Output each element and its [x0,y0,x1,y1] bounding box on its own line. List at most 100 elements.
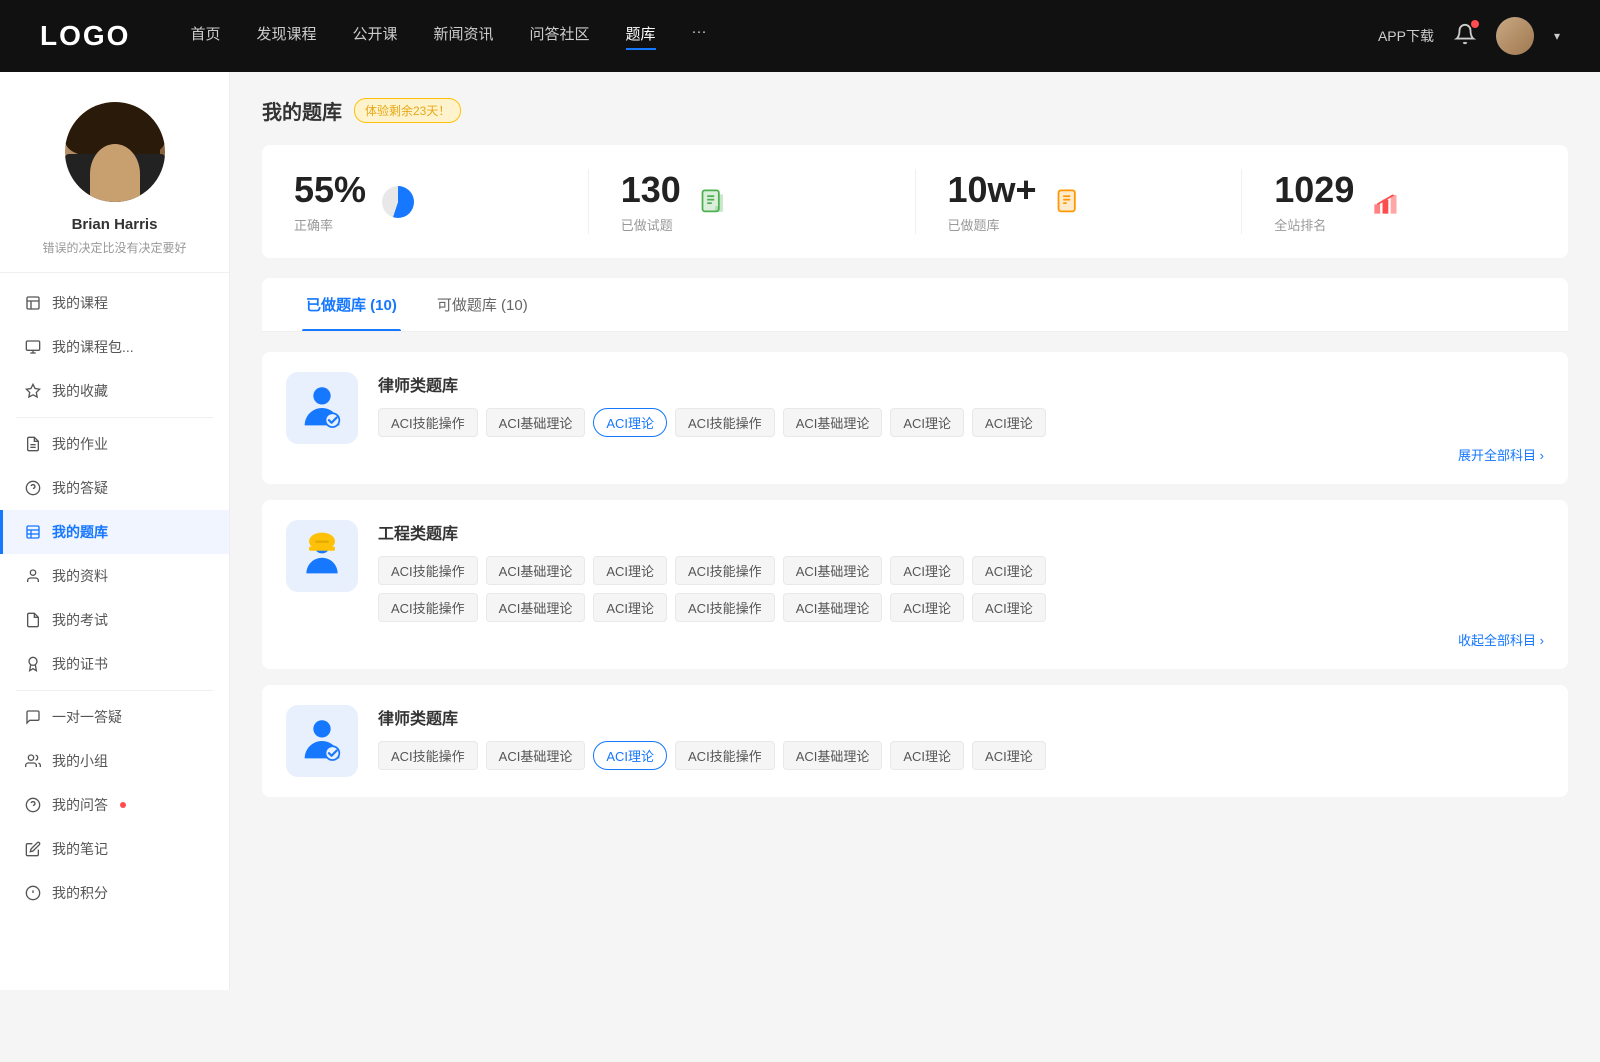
bank-tag[interactable]: ACI基础理论 [783,593,883,622]
stat-number: 55% [294,169,366,211]
bank-tag[interactable]: ACI理论 [890,408,964,437]
bank-tag[interactable]: ACI理论 [890,741,964,770]
top-navigation: LOGO 首页 发现课程 公开课 新闻资讯 问答社区 题库 ··· APP下载 … [0,0,1600,72]
bank-tag[interactable]: ACI基础理论 [486,556,586,585]
bank-icon-lawyer-2 [286,705,358,777]
sidebar-item-profile[interactable]: 我的资料 [0,554,229,598]
sidebar-label: 我的答疑 [52,478,108,498]
bank-tag-highlighted[interactable]: ACI理论 [593,741,667,770]
sidebar-item-favorites[interactable]: 我的收藏 [0,369,229,413]
bank-tag[interactable]: ACI理论 [593,556,667,585]
question-icon [24,479,42,497]
stat-label: 全站排名 [1274,215,1354,234]
notification-dot [1471,20,1479,28]
bank-tag[interactable]: ACI理论 [972,556,1046,585]
nav-qa[interactable]: 问答社区 [530,23,590,50]
group-icon [24,752,42,770]
nav-discover[interactable]: 发现课程 [256,23,316,50]
bank-tag[interactable]: ACI理论 [890,556,964,585]
bank-tags: ACI技能操作 ACI基础理论 ACI理论 ACI技能操作 ACI基础理论 AC… [378,408,1544,437]
bank-card-lawyer-2: 律师类题库 ACI技能操作 ACI基础理论 ACI理论 ACI技能操作 ACI基… [262,685,1568,797]
bank-tag[interactable]: ACI理论 [890,593,964,622]
nav-opencourse[interactable]: 公开课 [352,23,397,50]
sidebar-item-one-on-one[interactable]: 一对一答疑 [0,695,229,739]
bank-tags: ACI技能操作 ACI基础理论 ACI理论 ACI技能操作 ACI基础理论 AC… [378,741,1544,770]
sidebar-item-group[interactable]: 我的小组 [0,739,229,783]
bank-name: 律师类题库 [378,705,1544,729]
bank-tag[interactable]: ACI理论 [972,741,1046,770]
stat-done-banks: 10w+ 已做题库 [948,169,1243,234]
stat-label: 已做题库 [948,215,1037,234]
menu-divider [16,690,213,691]
bank-tag[interactable]: ACI技能操作 [675,556,775,585]
bank-tag[interactable]: ACI技能操作 [378,556,478,585]
bank-tag[interactable]: ACI基础理论 [783,741,883,770]
nav-news[interactable]: 新闻资讯 [434,23,494,50]
sidebar-label: 我的题库 [52,522,108,542]
sidebar-item-notes[interactable]: 我的笔记 [0,827,229,871]
sidebar-label: 我的作业 [52,434,108,454]
qa-icon [24,796,42,814]
bank-tag[interactable]: ACI理论 [593,593,667,622]
sidebar-item-question-bank[interactable]: 我的题库 [0,510,229,554]
user-name: Brian Harris [72,216,158,233]
bank-tag[interactable]: ACI理论 [972,593,1046,622]
sidebar-item-certificate[interactable]: 我的证书 [0,642,229,686]
tab-available[interactable]: 可做题库 (10) [417,278,548,331]
bank-tag[interactable]: ACI技能操作 [675,408,775,437]
stat-number: 10w+ [948,169,1037,211]
homework-icon [24,435,42,453]
bank-tags-row2: ACI技能操作 ACI基础理论 ACI理论 ACI技能操作 ACI基础理论 AC… [378,593,1544,622]
stat-label: 已做试题 [621,215,681,234]
chat-icon [24,708,42,726]
course-icon [24,294,42,312]
nav-more[interactable]: ··· [692,23,707,50]
stat-ranking: 1029 全站排名 [1274,169,1536,234]
user-menu-chevron[interactable]: ▾ [1554,29,1560,43]
sidebar-profile: Brian Harris 错误的决定比没有决定要好 [0,72,229,273]
sidebar-item-exam[interactable]: 我的考试 [0,598,229,642]
bank-tag-highlighted[interactable]: ACI理论 [593,408,667,437]
bank-tag[interactable]: ACI技能操作 [378,593,478,622]
tabs: 已做题库 (10) 可做题库 (10) [262,278,1568,332]
tab-done[interactable]: 已做题库 (10) [286,278,417,331]
sidebar-item-homework[interactable]: 我的作业 [0,422,229,466]
bank-tag[interactable]: ACI技能操作 [675,741,775,770]
app-download-button[interactable]: APP下载 [1378,26,1434,46]
bank-name: 律师类题库 [378,372,1544,396]
nav-home[interactable]: 首页 [190,23,220,50]
bank-tag[interactable]: ACI基础理论 [486,408,586,437]
sidebar-item-my-course[interactable]: 我的课程 [0,281,229,325]
nav-bank[interactable]: 题库 [626,23,656,50]
sidebar-item-course-package[interactable]: 我的课程包... [0,325,229,369]
note-icon [1051,184,1087,220]
bank-tag[interactable]: ACI基础理论 [486,741,586,770]
profile-icon [24,567,42,585]
menu-divider [16,417,213,418]
notes-icon [24,840,42,858]
sidebar-label: 我的笔记 [52,839,108,859]
user-avatar-nav[interactable] [1496,17,1534,55]
sidebar-label: 一对一答疑 [52,707,122,727]
bank-tag[interactable]: ACI基础理论 [783,556,883,585]
sidebar-item-my-qa[interactable]: 我的问答 [0,783,229,827]
stats-bar: 55% 正确率 130 已做试题 [262,145,1568,258]
bank-tag[interactable]: ACI技能操作 [378,408,478,437]
bank-tag[interactable]: ACI基础理论 [486,593,586,622]
exam-icon [24,611,42,629]
bank-tag[interactable]: ACI基础理论 [783,408,883,437]
bank-tag[interactable]: ACI理论 [972,408,1046,437]
qa-notification-dot [120,802,126,808]
sidebar-item-questions[interactable]: 我的答疑 [0,466,229,510]
stat-correct-rate: 55% 正确率 [294,169,589,234]
notification-bell[interactable] [1454,23,1476,50]
bank-tag[interactable]: ACI技能操作 [378,741,478,770]
bank-collapse-button[interactable]: 收起全部科目 › [378,630,1544,649]
nav-right: APP下载 ▾ [1378,17,1560,55]
sidebar-label: 我的课程 [52,293,108,313]
bank-tag[interactable]: ACI技能操作 [675,593,775,622]
bank-expand-button[interactable]: 展开全部科目 › [378,445,1544,464]
sidebar-item-points[interactable]: 我的积分 [0,871,229,915]
stat-number: 1029 [1274,169,1354,211]
logo: LOGO [40,20,130,52]
